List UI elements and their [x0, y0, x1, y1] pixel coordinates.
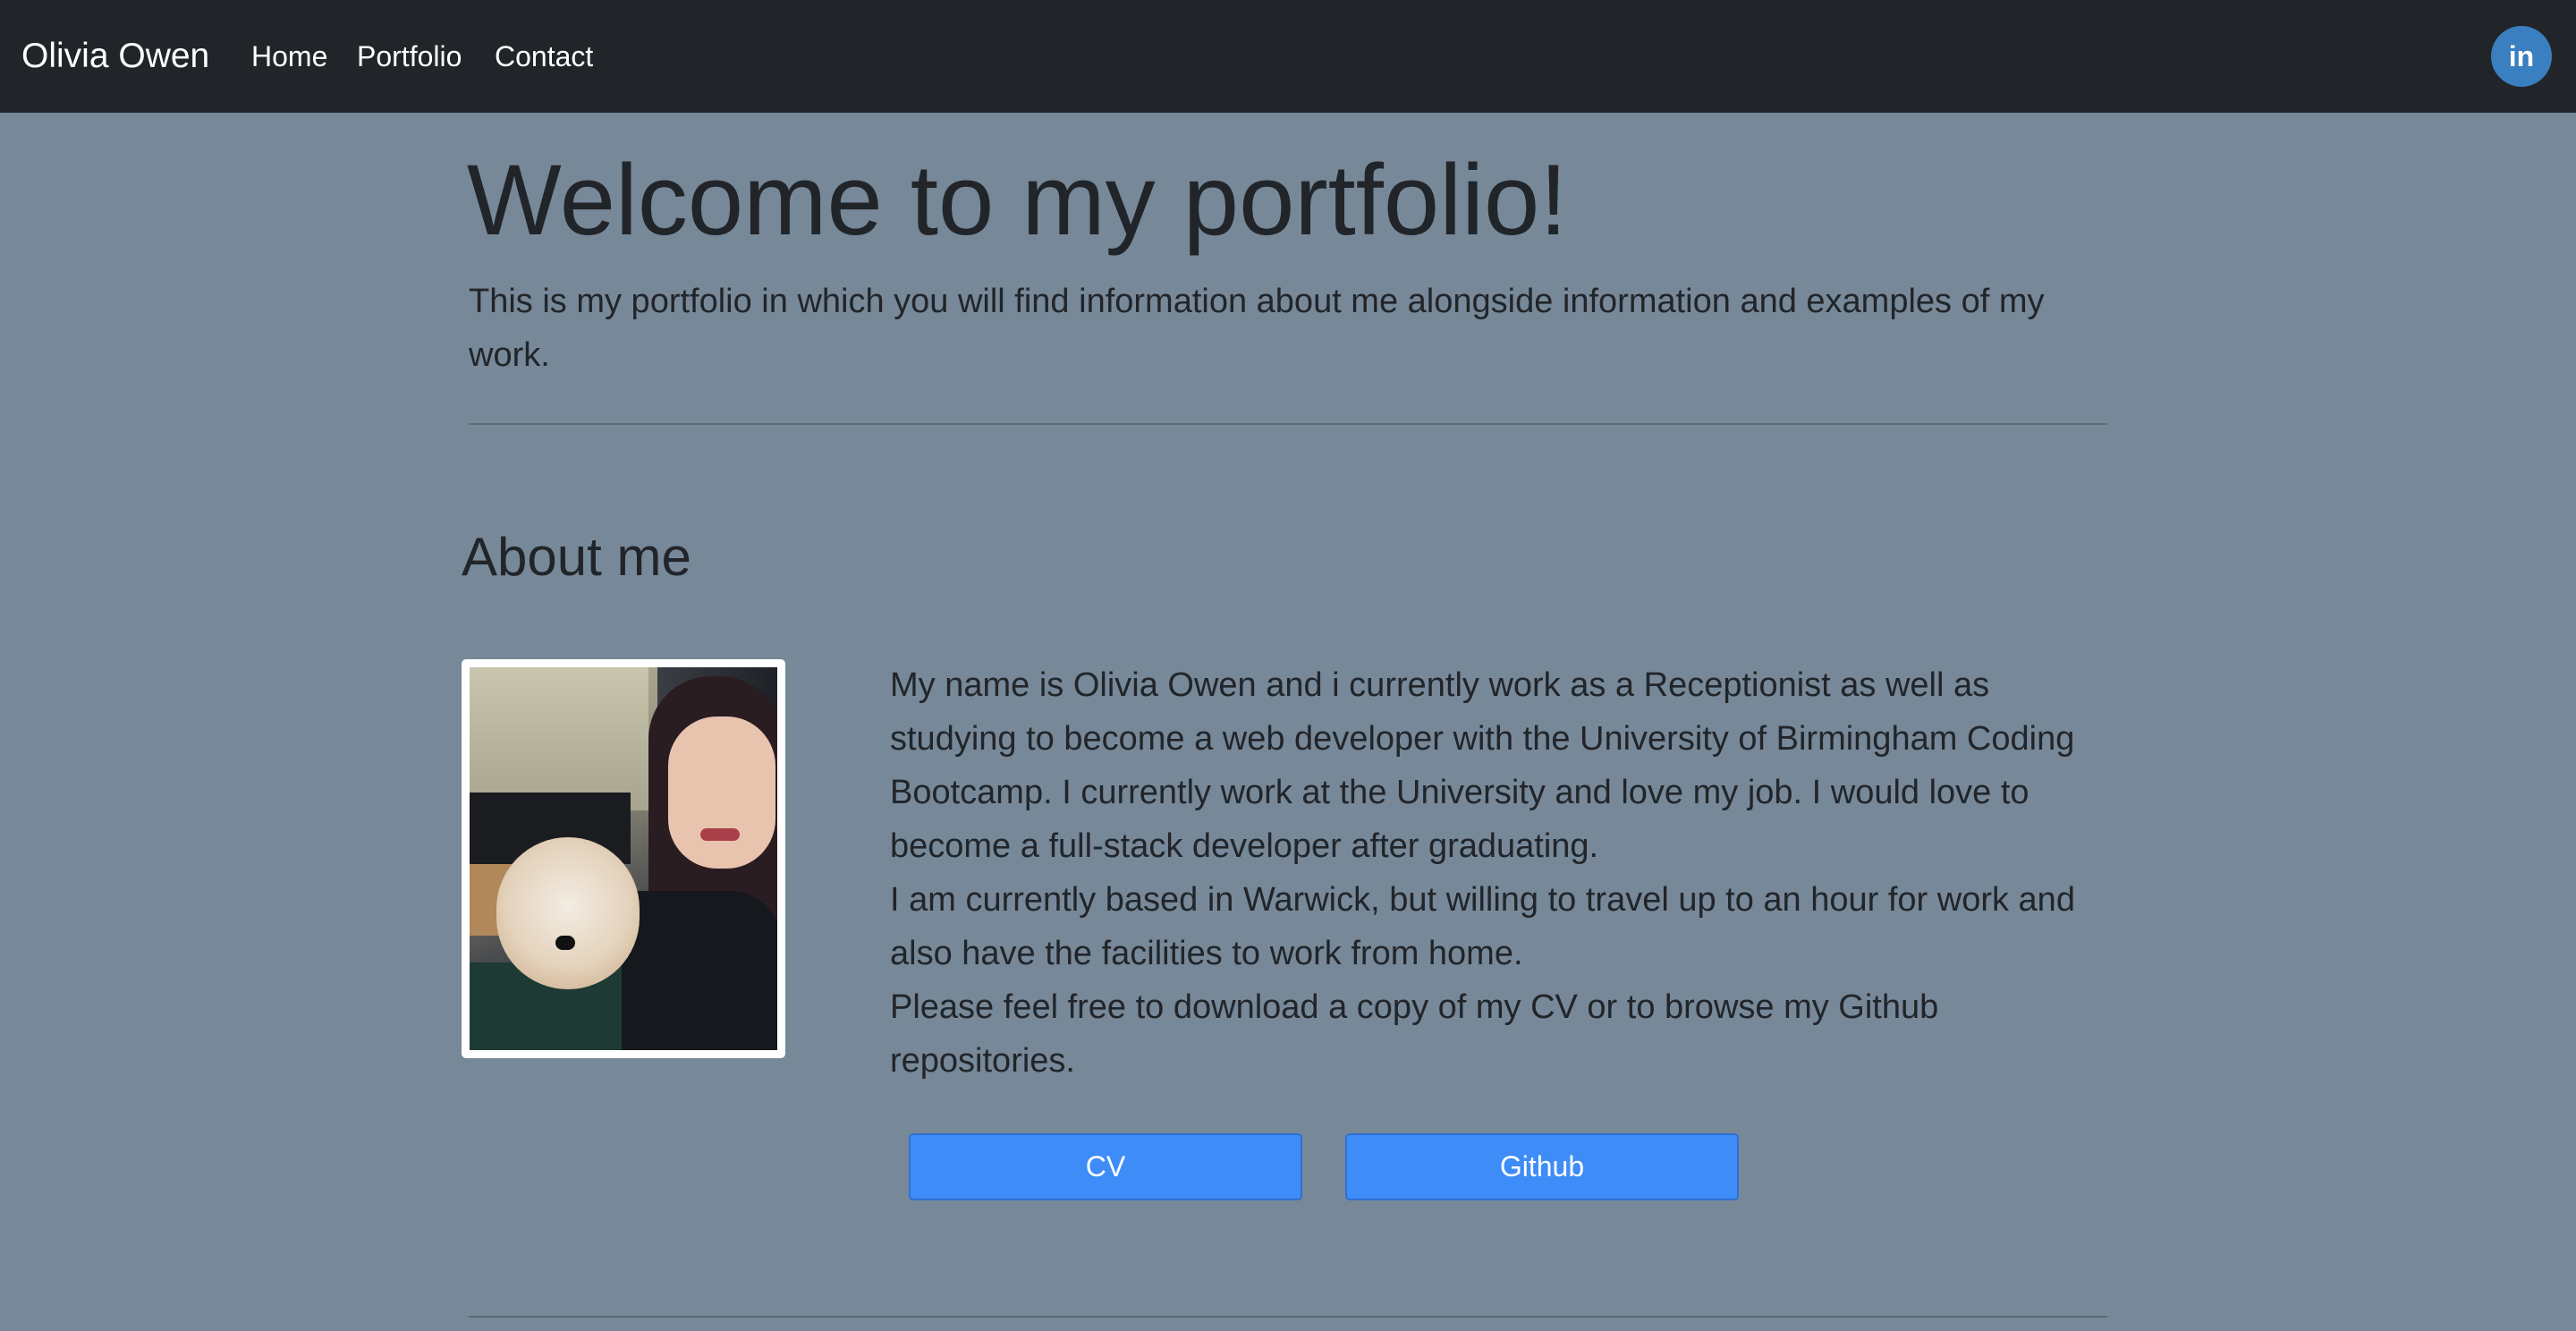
- navbar: Olivia Owen Home Portfolio Contact in: [0, 0, 2576, 113]
- section-divider: [469, 1316, 2107, 1318]
- cv-button[interactable]: CV: [909, 1133, 1302, 1200]
- about-heading: About me: [462, 527, 691, 587]
- nav-link-portfolio[interactable]: Portfolio: [357, 38, 462, 75]
- about-paragraph: I am currently based in Warwick, but wil…: [890, 881, 2075, 972]
- github-button[interactable]: Github: [1345, 1133, 1739, 1200]
- brand-link[interactable]: Olivia Owen: [21, 34, 209, 79]
- profile-photo-frame: [462, 659, 785, 1058]
- section-divider: [469, 423, 2107, 425]
- page-title: Welcome to my portfolio!: [467, 144, 1568, 256]
- nav-link-home[interactable]: Home: [251, 38, 327, 75]
- profile-photo: [470, 667, 777, 1050]
- hero-lead-text: This is my portfolio in which you will f…: [469, 283, 2045, 374]
- about-paragraph: My name is Olivia Owen and i currently w…: [890, 666, 2075, 865]
- linkedin-icon[interactable]: in: [2491, 26, 2552, 87]
- nav-link-contact[interactable]: Contact: [495, 38, 593, 75]
- about-text: My name is Olivia Owen and i currently w…: [890, 658, 2089, 1088]
- about-paragraph: Please feel free to download a copy of m…: [890, 988, 1939, 1080]
